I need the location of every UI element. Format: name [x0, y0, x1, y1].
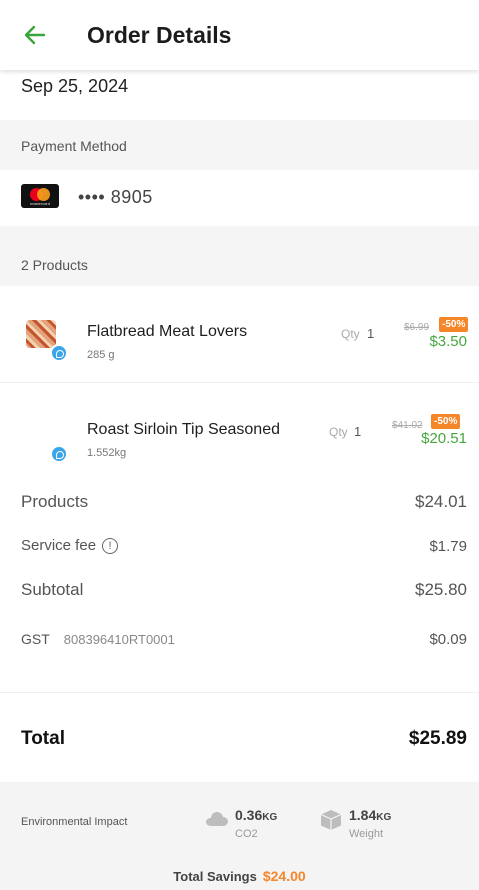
service-fee-value: $1.79 — [429, 538, 467, 555]
qty-label: Qty — [341, 327, 360, 341]
qty-label: Qty — [329, 425, 348, 439]
product-image — [26, 320, 56, 348]
arrow-left-icon[interactable] — [22, 22, 48, 48]
discount-badge: -50% — [439, 317, 469, 332]
info-icon[interactable]: ! — [102, 538, 119, 554]
co2-label: CO2 — [235, 828, 258, 840]
total-label: Total — [21, 728, 65, 749]
products-count-label: 2 Products — [21, 257, 88, 273]
products-header: 2 Products — [0, 226, 479, 286]
gst-number: 808396410RT0001 — [63, 632, 175, 647]
product-row[interactable]: Roast Sirloin Tip Seasoned 1.552kg Qty 1… — [0, 382, 479, 482]
service-fee-label: Service fee — [21, 537, 97, 554]
weight-label: Weight — [349, 828, 384, 840]
product-thumbnail — [22, 421, 68, 463]
card-brand-text: mastercard — [29, 201, 50, 206]
store-badge-icon — [50, 445, 68, 463]
product-row[interactable]: Flatbread Meat Lovers 285 g Qty 1 $6.99 … — [0, 286, 479, 382]
gst-value: $0.09 — [429, 631, 467, 648]
cloud-icon — [206, 812, 228, 826]
original-price: $41.02 — [392, 420, 423, 431]
subtotal-label: Subtotal — [21, 580, 84, 599]
environmental-impact-label: Environmental Impact — [21, 816, 128, 828]
qty-value: 1 — [354, 424, 362, 439]
environmental-impact-panel: Environmental Impact 0.36KG CO2 1.84KG W… — [0, 782, 479, 890]
total-value: $25.89 — [408, 728, 467, 749]
weight-value: 1.84KG — [349, 807, 392, 823]
sale-price: $3.50 — [429, 333, 467, 350]
qty-value: 1 — [367, 326, 375, 341]
gst-label: GST — [21, 631, 50, 647]
gst-row: GST 808396410RT0001 — [21, 631, 175, 647]
total-savings: Total Savings $24.00 — [0, 868, 479, 884]
payment-method-header: Payment Method — [0, 120, 479, 170]
total-savings-value: $24.00 — [262, 868, 306, 884]
subtotal-value: $25.80 — [415, 580, 467, 599]
discount-badge: -50% — [431, 414, 461, 429]
product-name: Roast Sirloin Tip Seasoned — [87, 421, 280, 438]
products-total-value: $24.01 — [415, 492, 467, 511]
total-savings-label: Total Savings — [173, 869, 257, 884]
product-weight: 285 g — [87, 349, 115, 361]
store-badge-icon — [50, 344, 68, 362]
package-icon — [320, 810, 342, 830]
co2-value: 0.36KG — [235, 807, 278, 823]
order-date: Sep 25, 2024 — [21, 76, 129, 96]
payment-method-row: mastercard •••• 8905 — [0, 170, 479, 226]
page-title: Order Details — [87, 22, 232, 48]
products-total-label: Products — [21, 492, 89, 511]
sale-price: $20.51 — [421, 430, 467, 447]
divider — [0, 692, 479, 693]
product-thumbnail — [22, 320, 68, 362]
product-weight: 1.552kg — [87, 447, 127, 459]
product-name: Flatbread Meat Lovers — [87, 323, 248, 340]
payment-method-label: Payment Method — [21, 138, 127, 154]
mastercard-icon: mastercard — [21, 184, 59, 208]
original-price: $6.99 — [404, 322, 430, 333]
top-app-bar: Order Details — [0, 0, 479, 70]
card-number: •••• 8905 — [78, 187, 153, 207]
service-fee-row: Service fee! — [21, 537, 119, 554]
